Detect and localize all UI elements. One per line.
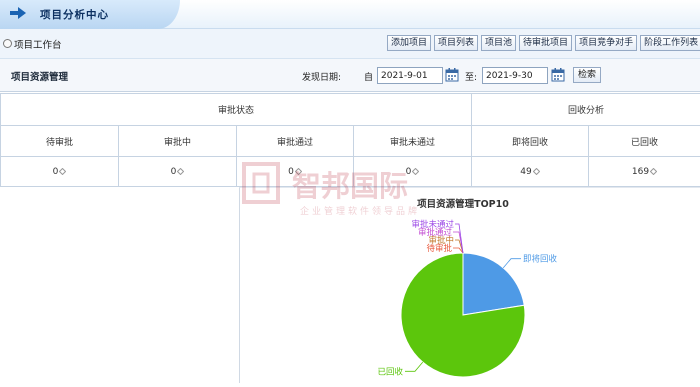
table-cell: 49 xyxy=(471,156,590,187)
cell-value[interactable]: 0 xyxy=(406,167,412,177)
date-label: 发现日期: xyxy=(302,73,342,83)
to-label: 至: xyxy=(465,73,478,83)
column-header: 待审批 xyxy=(0,125,119,157)
group-header-approval: 审批状态 xyxy=(0,93,473,126)
from-label: 自 xyxy=(364,73,374,83)
toolbar-buttons: 添加项目 项目列表 项目池 待审批项目 项目竞争对手 阶段工作列表 xyxy=(387,35,700,51)
competitors-button[interactable]: 项目竞争对手 xyxy=(575,35,638,51)
pending-approval-button[interactable]: 待审批项目 xyxy=(519,35,573,51)
project-list-button[interactable]: 项目列表 xyxy=(434,35,479,51)
start-date-input[interactable] xyxy=(377,67,443,84)
column-header: 已回收 xyxy=(588,125,700,157)
column-header: 审批通过 xyxy=(236,125,354,157)
toolbar: 项目工作台 添加项目 项目列表 项目池 待审批项目 项目竞争对手 阶段工作列表 xyxy=(0,29,700,59)
workbench-radio[interactable] xyxy=(3,39,12,48)
table-cell: 169 xyxy=(588,156,700,187)
calendar-icon[interactable] xyxy=(551,67,565,82)
leader-line xyxy=(502,258,522,269)
stats-table: 审批状态 回收分析 待审批 审批中 审批通过 审批未通过 即将回收 已回收 0 … xyxy=(0,93,700,187)
end-date-input[interactable] xyxy=(482,67,548,84)
search-button[interactable]: 检索 xyxy=(573,67,602,83)
cell-value[interactable]: 169 xyxy=(632,167,649,177)
add-project-button[interactable]: 添加项目 xyxy=(387,35,432,51)
slice-label: 即将回收 xyxy=(523,254,558,265)
workbench-link[interactable]: 项目工作台 xyxy=(14,37,62,51)
leader-line xyxy=(404,361,424,372)
project-pool-button[interactable]: 项目池 xyxy=(481,35,517,51)
table-cell: 0 xyxy=(236,156,354,187)
filter-bar: 项目资源管理 发现日期: 自 至: 检索 xyxy=(0,59,700,92)
link-arrow-icon xyxy=(412,168,420,175)
column-header: 审批中 xyxy=(118,125,237,157)
section-title: 项目资源管理 xyxy=(11,72,69,83)
slice-label: 已回收 xyxy=(377,366,403,377)
chart-panel: 项目资源管理TOP10 待审批 审批中 审批通过 审批未通过 即将回收 已回收 xyxy=(239,187,700,383)
chart-title: 项目资源管理TOP10 xyxy=(417,198,509,210)
stage-work-list-button[interactable]: 阶段工作列表 xyxy=(640,35,700,51)
title-tab: 项目分析中心 xyxy=(0,0,180,29)
cell-value[interactable]: 0 xyxy=(171,167,177,177)
table-cell: 0 xyxy=(352,156,473,187)
table-cell: 0 xyxy=(118,156,237,187)
cell-value[interactable]: 49 xyxy=(520,167,531,177)
link-arrow-icon xyxy=(294,168,302,175)
arrow-right-icon xyxy=(10,7,26,19)
column-header: 即将回收 xyxy=(471,125,590,157)
page-title: 项目分析中心 xyxy=(40,9,109,21)
header-bar: 项目分析中心 xyxy=(0,0,700,29)
link-arrow-icon xyxy=(650,168,658,175)
cell-value[interactable]: 0 xyxy=(53,167,59,177)
cell-value[interactable]: 0 xyxy=(288,167,294,177)
link-arrow-icon xyxy=(177,168,185,175)
calendar-icon[interactable] xyxy=(445,67,459,82)
pie-slice[interactable] xyxy=(462,252,525,316)
group-header-recovery: 回收分析 xyxy=(471,93,700,126)
pie-chart: 项目资源管理TOP10 待审批审批中审批通过审批未通过即将回收已回收 xyxy=(377,198,558,378)
table-cell: 0 xyxy=(0,156,119,187)
link-arrow-icon xyxy=(59,168,67,175)
slice-label: 审批未通过 xyxy=(411,219,454,230)
link-arrow-icon xyxy=(532,168,540,175)
column-header: 审批未通过 xyxy=(352,125,473,157)
